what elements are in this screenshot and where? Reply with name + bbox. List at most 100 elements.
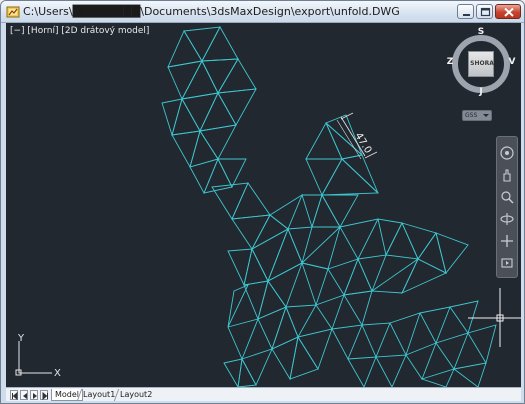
maximize-button[interactable] <box>476 4 493 19</box>
dimension-value: 47.0 <box>352 131 373 156</box>
mesh-triangle[interactable] <box>289 335 319 380</box>
mesh-triangle[interactable] <box>301 225 341 270</box>
mesh-triangle[interactable] <box>389 312 421 357</box>
mesh-triangle[interactable] <box>285 304 317 339</box>
mesh-triangle[interactable] <box>385 221 419 260</box>
orbit-icon[interactable] <box>499 211 515 227</box>
tab-last-button[interactable] <box>40 390 48 401</box>
mesh-triangle[interactable] <box>203 157 233 194</box>
mesh-triangle[interactable] <box>211 182 249 220</box>
steering-wheel-icon[interactable] <box>499 145 515 161</box>
mesh-triangle[interactable] <box>420 368 455 387</box>
minimize-button[interactable] <box>457 4 474 19</box>
mesh-triangle[interactable] <box>201 26 239 62</box>
mesh-triangle[interactable] <box>311 193 341 228</box>
mesh-triangle[interactable] <box>321 194 359 228</box>
mesh-triangle[interactable] <box>305 158 343 197</box>
pan-cross-icon[interactable] <box>499 233 515 249</box>
mesh-triangle[interactable] <box>227 318 259 361</box>
mesh-triangle[interactable] <box>377 218 403 257</box>
mesh-triangle[interactable] <box>305 121 343 160</box>
mesh-triangle[interactable] <box>343 290 373 327</box>
ucs-x-label: X <box>54 368 61 379</box>
mesh-triangle[interactable] <box>267 262 303 308</box>
mesh-triangle[interactable] <box>199 124 237 160</box>
mesh-triangle[interactable] <box>417 231 447 274</box>
mesh-triangle[interactable] <box>339 218 379 260</box>
mesh-triangle[interactable] <box>449 300 479 335</box>
mesh-triangle[interactable] <box>435 332 469 370</box>
mesh-triangle[interactable] <box>201 58 239 94</box>
mesh-triangle[interactable] <box>231 182 271 220</box>
mesh-triangle[interactable] <box>183 26 221 62</box>
close-button[interactable] <box>495 4 521 19</box>
mesh-triangle[interactable] <box>171 130 201 169</box>
compass-west[interactable]: Z <box>445 57 455 67</box>
mesh-triangle[interactable] <box>361 322 391 359</box>
mesh-triangle[interactable] <box>435 232 469 275</box>
mesh-triangle[interactable] <box>269 193 303 230</box>
drawing-viewport[interactable]: 47.0 [−] [Horní] [2D drátový model] Y X … <box>6 23 521 387</box>
dimension-annotation[interactable]: 47.0 <box>336 112 378 160</box>
tab-next-button[interactable] <box>30 390 38 400</box>
maximize-icon <box>480 7 491 17</box>
showmotion-icon[interactable] <box>499 255 515 271</box>
mesh-triangle[interactable] <box>181 60 219 100</box>
zoom-icon[interactable] <box>499 189 515 205</box>
previous-icon <box>23 393 27 399</box>
mesh-triangle[interactable] <box>347 356 377 387</box>
mesh-triangle[interactable] <box>231 214 271 250</box>
mesh-triangle[interactable] <box>452 362 487 387</box>
mesh-triangle[interactable] <box>223 358 243 387</box>
mesh-triangle[interactable] <box>321 158 380 196</box>
first-icon <box>12 391 18 401</box>
pan-icon[interactable] <box>499 167 515 183</box>
mesh-triangle[interactable] <box>370 257 420 294</box>
tab-layout1[interactable]: Layout1 <box>80 389 118 401</box>
mesh-triangle[interactable] <box>401 258 448 294</box>
mesh-triangle[interactable] <box>189 158 219 195</box>
mesh-triangle[interactable] <box>331 324 363 361</box>
mesh-triangle[interactable] <box>301 194 323 229</box>
mesh-triangle[interactable] <box>189 129 219 168</box>
mesh-triangle[interactable] <box>467 324 497 365</box>
compass-east[interactable]: V <box>507 57 517 67</box>
viewcube-top-face[interactable]: SHORA <box>468 51 494 77</box>
mesh-triangle[interactable] <box>227 284 249 328</box>
mesh-triangle[interactable] <box>217 88 257 126</box>
mesh-triangle[interactable] <box>375 354 407 387</box>
mesh-triangle[interactable] <box>181 92 219 132</box>
tab-previous-button[interactable] <box>20 390 28 400</box>
mesh-triangle[interactable] <box>257 306 287 351</box>
viewcube[interactable]: SHORA S J Z V <box>445 27 517 99</box>
layout-tab-bar: Model Layout1 Layout2 <box>6 387 521 401</box>
mesh-triangle[interactable] <box>405 342 437 380</box>
mesh-triangle[interactable] <box>161 98 183 137</box>
mesh-triangle[interactable] <box>343 257 373 296</box>
title-bar[interactable]: C:\Users\████████\Documents\3dsMaxDesign… <box>1 1 524 23</box>
close-icon <box>504 7 514 17</box>
minimize-icon <box>463 14 470 16</box>
mesh-triangle[interactable] <box>297 328 333 371</box>
mesh-triangle[interactable] <box>199 92 237 132</box>
mesh-triangle[interactable] <box>419 306 451 345</box>
mesh-triangle[interactable] <box>357 254 387 293</box>
tab-layout2[interactable]: Layout2 <box>117 389 155 401</box>
wcs-menu[interactable]: GSS <box>462 110 492 121</box>
mesh-triangle[interactable] <box>327 258 359 297</box>
mesh-triangle[interactable] <box>243 247 269 286</box>
viewcube-face-label: SHORA <box>470 60 494 67</box>
tab-first-button[interactable] <box>10 390 18 401</box>
compass-north[interactable]: S <box>476 27 486 37</box>
window-title: C:\Users\████████\Documents\3dsMaxDesign… <box>23 5 400 18</box>
autocad-app-icon[interactable] <box>6 5 20 19</box>
mesh-triangle[interactable] <box>237 357 257 387</box>
mesh-triangle[interactable] <box>315 294 345 330</box>
mesh-triangle[interactable] <box>217 58 257 94</box>
mesh-triangle[interactable] <box>217 158 247 189</box>
mesh-triangle[interactable] <box>301 262 329 307</box>
mesh-triangle[interactable] <box>171 97 201 136</box>
navigation-bar <box>496 136 518 278</box>
unfolded-mesh-drawing[interactable]: 47.0 <box>6 23 521 387</box>
compass-south[interactable]: J <box>476 87 486 97</box>
